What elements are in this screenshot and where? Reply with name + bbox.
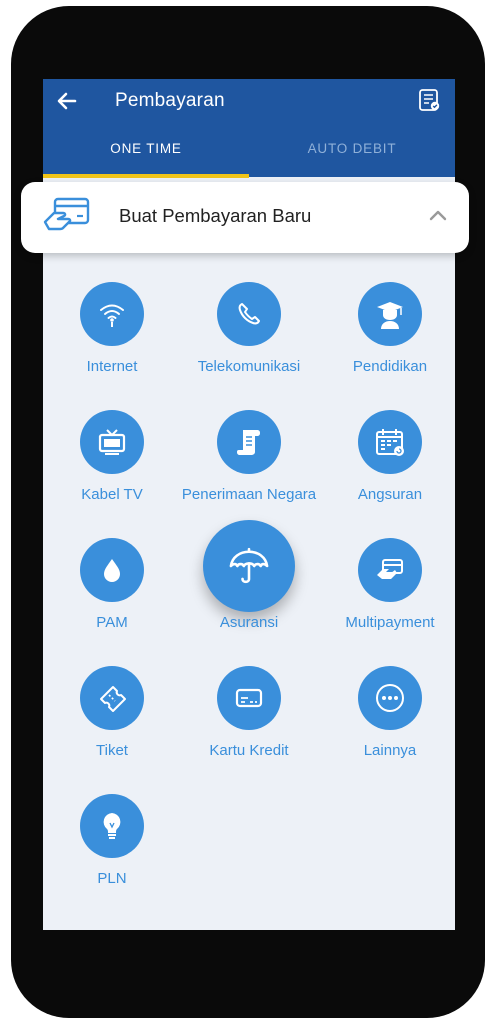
category-kabel-tv[interactable]: Kabel TV	[44, 410, 180, 520]
credit-card-icon	[217, 666, 281, 730]
new-payment-card[interactable]: Buat Pembayaran Baru	[21, 182, 469, 253]
calendar-icon	[358, 410, 422, 474]
multipayment-icon	[358, 538, 422, 602]
category-internet[interactable]: Internet	[44, 282, 180, 392]
graduate-icon	[358, 282, 422, 346]
category-label: Pendidikan	[352, 358, 428, 375]
category-telekomunikasi[interactable]: Telekomunikasi	[181, 282, 317, 392]
receipt-list-icon[interactable]	[417, 88, 441, 112]
category-pendidikan[interactable]: Pendidikan	[322, 282, 455, 392]
category-label: Lainnya	[363, 742, 417, 759]
category-label: Penerimaan Negara	[181, 486, 317, 503]
water-drop-icon	[80, 538, 144, 602]
more-icon	[358, 666, 422, 730]
chevron-up-icon[interactable]	[429, 208, 447, 221]
app-header: Pembayaran ONE TIME AUTO DEBIT	[43, 79, 455, 178]
ticket-icon	[80, 666, 144, 730]
scroll-icon	[217, 410, 281, 474]
wifi-icon	[80, 282, 144, 346]
category-label: Multipayment	[345, 614, 435, 631]
category-kartu-kredit[interactable]: Kartu Kredit	[181, 666, 317, 776]
card-hand-icon	[43, 196, 91, 236]
category-pln[interactable]: PLN	[44, 794, 180, 904]
category-label: Kartu Kredit	[209, 742, 289, 759]
category-multipayment[interactable]: Multipayment	[322, 538, 455, 648]
category-lainnya[interactable]: Lainnya	[322, 666, 455, 776]
category-tiket[interactable]: Tiket	[44, 666, 180, 776]
category-pam[interactable]: PAM	[44, 538, 180, 648]
category-penerimaan-negara[interactable]: Penerimaan Negara	[181, 410, 317, 520]
category-asuransi[interactable]: Asuransi	[181, 520, 317, 648]
category-angsuran[interactable]: Angsuran	[322, 410, 455, 520]
tv-icon	[80, 410, 144, 474]
category-label: Kabel TV	[81, 486, 143, 503]
back-arrow-icon[interactable]	[55, 89, 79, 113]
tab-indicator	[43, 174, 249, 178]
category-label: Tiket	[96, 742, 128, 759]
category-label: PAM	[96, 614, 128, 631]
tab-auto-debit[interactable]: AUTO DEBIT	[249, 141, 455, 156]
category-label: Asuransi	[219, 614, 279, 631]
category-label: Internet	[86, 358, 138, 375]
page-title: Pembayaran	[115, 90, 225, 111]
phone-icon	[217, 282, 281, 346]
light-bulb-icon	[80, 794, 144, 858]
category-label: PLN	[97, 870, 127, 887]
category-label: Telekomunikasi	[197, 358, 301, 375]
category-label: Angsuran	[357, 486, 423, 503]
umbrella-icon	[203, 520, 295, 612]
tab-one-time[interactable]: ONE TIME	[43, 141, 249, 156]
new-payment-label: Buat Pembayaran Baru	[119, 205, 312, 226]
